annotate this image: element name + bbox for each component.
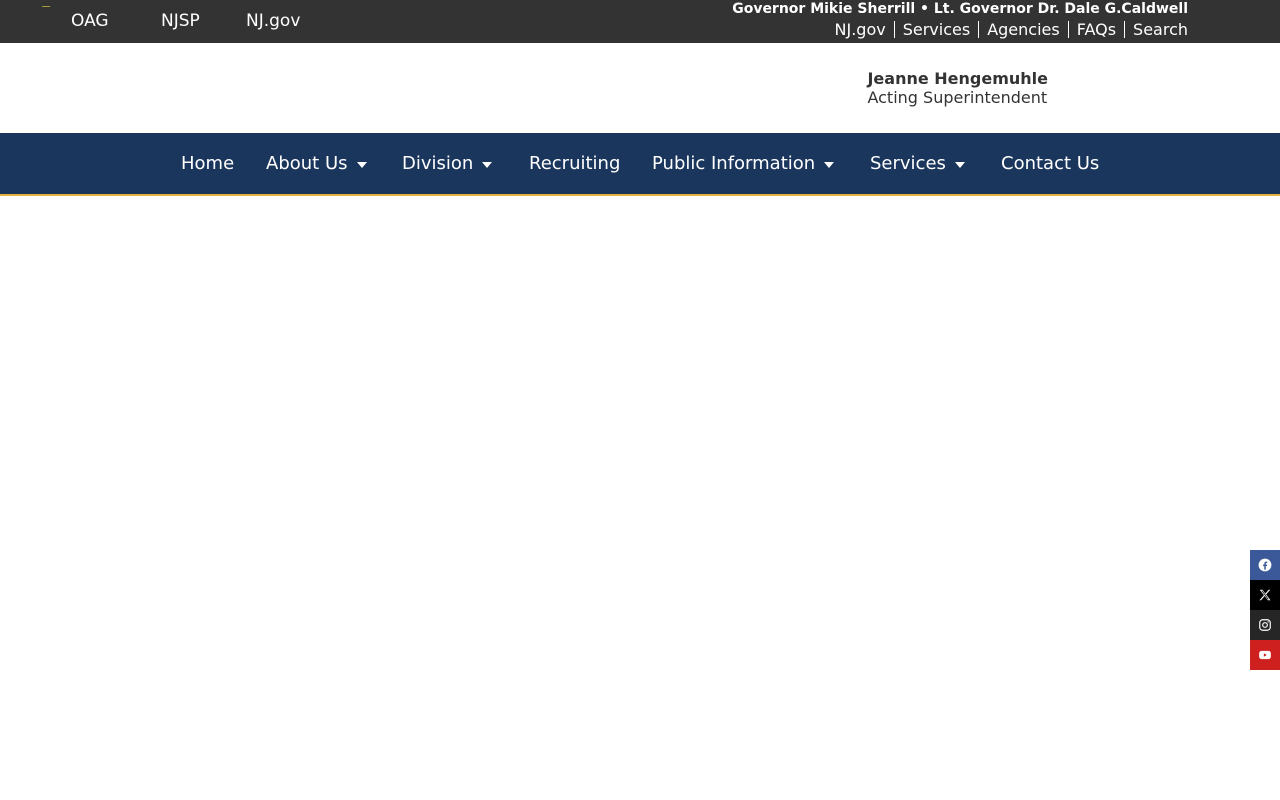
- superintendent-block: Jeanne Hengemuhle Acting Superintendent: [867, 69, 1048, 107]
- x-link[interactable]: [1250, 580, 1280, 610]
- main-nav: Home About Us Division Recruiting Public…: [0, 133, 1280, 196]
- caret-down-icon: [954, 161, 965, 168]
- caret-down-icon: [482, 161, 493, 168]
- nav-item-label: Contact Us: [1001, 153, 1100, 174]
- nav-item-label: Recruiting: [529, 153, 621, 174]
- nav-item-contact-us[interactable]: Contact Us: [1001, 133, 1099, 194]
- nav-item-label: Division: [402, 153, 474, 174]
- governor-line: Governor Mikie Sherrill • Lt. Governor D…: [732, 1, 1188, 17]
- top-link-oag[interactable]: OAG: [71, 11, 109, 31]
- x-icon: [1259, 589, 1271, 601]
- state-link-search[interactable]: Search: [1124, 20, 1188, 38]
- instagram-link[interactable]: [1250, 610, 1280, 640]
- nav-item-home[interactable]: Home: [181, 133, 234, 194]
- nav-item-label: Services: [870, 153, 946, 174]
- state-link-njgov[interactable]: NJ.gov: [827, 21, 894, 38]
- state-link-agencies[interactable]: Agencies: [978, 20, 1068, 38]
- caret-down-icon: [824, 161, 835, 168]
- top-bar-mark: [42, 6, 50, 7]
- nav-item-recruiting[interactable]: Recruiting: [529, 133, 620, 194]
- nav-item-label: About Us: [266, 153, 348, 174]
- instagram-icon: [1259, 619, 1271, 631]
- caret-down-icon: [356, 161, 367, 168]
- top-bar: OAG NJSP NJ.gov Governor Mikie Sherrill …: [0, 0, 1280, 43]
- top-link-njsp[interactable]: NJSP: [161, 11, 200, 31]
- state-link-services[interactable]: Services: [893, 20, 978, 38]
- nav-item-public-information[interactable]: Public Information: [652, 133, 835, 194]
- site-header: Jeanne Hengemuhle Acting Superintendent: [0, 43, 1280, 133]
- facebook-icon: [1258, 558, 1272, 572]
- superintendent-title: Acting Superintendent: [867, 88, 1048, 107]
- nav-item-label: Home: [181, 153, 235, 174]
- state-links: NJ.gov Services Agencies FAQs Search: [827, 19, 1188, 39]
- nav-item-services[interactable]: Services: [870, 133, 965, 194]
- facebook-link[interactable]: [1250, 550, 1280, 580]
- state-link-faqs[interactable]: FAQs: [1067, 20, 1124, 38]
- nav-item-division[interactable]: Division: [402, 133, 493, 194]
- nav-item-about-us[interactable]: About Us: [266, 133, 367, 194]
- social-sidebar: [1250, 550, 1280, 670]
- youtube-link[interactable]: [1250, 640, 1280, 670]
- youtube-icon: [1259, 650, 1271, 660]
- top-link-njgov[interactable]: NJ.gov: [246, 11, 300, 31]
- nav-item-label: Public Information: [652, 153, 816, 174]
- superintendent-name: Jeanne Hengemuhle: [867, 69, 1048, 88]
